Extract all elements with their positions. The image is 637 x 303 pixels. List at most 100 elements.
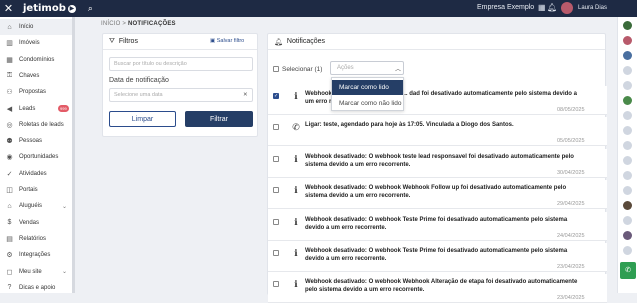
save-filter-link[interactable]: ▣ Salvar filtro <box>210 38 244 44</box>
contact-avatar[interactable] <box>623 21 632 30</box>
notification-checkbox[interactable] <box>273 250 279 256</box>
grid-icon[interactable]: ▦ <box>538 3 546 12</box>
condo-icon: ▦ <box>6 56 13 64</box>
sidebar-item-relat-rios[interactable]: ▤ Relatórios <box>0 231 72 247</box>
building-icon: ▥ <box>6 40 13 48</box>
contact-avatar[interactable] <box>623 246 632 255</box>
sidebar-item-label: Vendas <box>19 219 40 226</box>
sidebar-item-integra-es[interactable]: ⚙ Integrações <box>0 247 72 263</box>
sidebar-item-pessoas[interactable]: ⚉ Pessoas <box>0 133 72 149</box>
mark-unread-option[interactable]: Marcar como não lido <box>332 96 403 111</box>
notification-checkbox[interactable] <box>273 281 279 288</box>
target-icon: ◉ <box>6 154 13 162</box>
notification-text: Webhook desativado: O webhook Webhook Fo… <box>305 185 567 200</box>
notification-checkbox[interactable] <box>273 187 279 194</box>
sidebar-item-meu-site[interactable]: ◻ Meu site ⌄ <box>0 264 72 280</box>
contact-avatar[interactable] <box>623 201 632 210</box>
logo-badge-icon: ▶ <box>67 4 76 13</box>
contact-avatar[interactable] <box>623 156 632 165</box>
sidebar-item-oportunidades[interactable]: ◉ Oportunidades <box>0 149 72 165</box>
sidebar-item-label: Propostas <box>19 89 47 96</box>
contact-avatar[interactable] <box>623 111 632 120</box>
select-all-checkbox[interactable] <box>273 66 279 72</box>
notification-item[interactable]: ℹ Webhook desativado: O webhook Webhook F… <box>268 180 607 210</box>
save-filter-label: Salvar filtro <box>216 38 245 44</box>
website-icon: ◻ <box>6 268 13 276</box>
notification-checkbox[interactable] <box>273 218 279 225</box>
key-icon: ⚿ <box>6 71 13 79</box>
sidebar-item-label: Início <box>19 24 34 30</box>
clear-date-icon[interactable]: ✕ <box>243 92 248 98</box>
contact-avatar[interactable] <box>623 36 632 45</box>
megaphone-icon: ◀ <box>6 105 13 113</box>
people-icon: ⚉ <box>6 138 13 146</box>
chevron-down-icon[interactable]: ⌄ <box>62 268 67 275</box>
sidebar-item-im-veis[interactable]: ▥ Imóveis <box>0 35 72 51</box>
notification-item[interactable]: ℹ Webhook desativado: O webhook Webhook A… <box>268 274 607 303</box>
contact-avatar[interactable] <box>623 186 632 195</box>
contact-avatar[interactable] <box>623 216 632 225</box>
sidebar-scrollbar[interactable] <box>72 17 75 293</box>
sidebar-item-chaves[interactable]: ⚿ Chaves <box>0 68 72 84</box>
notification-text: Ligar: teste, agendado para hoje às 17:0… <box>305 122 514 129</box>
filter-button[interactable]: Filtrar <box>185 111 253 127</box>
chevron-down-icon[interactable]: ⌄ <box>62 203 67 210</box>
sidebar-item-roletas-de-leads[interactable]: ◎ Roletas de leads <box>0 117 72 133</box>
date-field[interactable]: Selecione uma data ✕ <box>109 88 253 102</box>
info-icon: ℹ <box>294 185 298 196</box>
date-placeholder: Selecione uma data <box>114 92 163 98</box>
right-avatar-bar <box>617 17 637 293</box>
breadcrumb-root[interactable]: INÍCIO <box>101 21 121 27</box>
logo[interactable]: jetimob ▶ <box>23 3 76 14</box>
sidebar-item-atividades[interactable]: ✓ Atividades <box>0 166 72 182</box>
integration-icon: ⚙ <box>6 252 13 260</box>
sidebar-item-label: Leads <box>19 105 36 112</box>
notification-item[interactable]: ℹ Webhook desativado: O webhook teste lea… <box>268 148 607 178</box>
sidebar-item-in-cio[interactable]: ⌂ Início <box>0 19 72 35</box>
notification-item[interactable]: ℹWebhook desativado: O webhook ... dad f… <box>268 86 607 115</box>
leads-badge: 999 <box>58 104 69 112</box>
sidebar-item-alugu-is[interactable]: ⌂ Aluguéis ⌄ <box>0 198 72 214</box>
actions-select[interactable]: Ações ︿ <box>330 61 404 75</box>
notification-checkbox[interactable] <box>273 124 279 131</box>
sidebar-item-portais[interactable]: ◫ Portais <box>0 182 72 198</box>
search-input[interactable]: Buscar por título ou descrição <box>109 57 253 71</box>
company-name[interactable]: Empresa Exemplo <box>477 4 534 11</box>
sidebar-item-dicas-e-apoio[interactable]: ? Dicas e apoio <box>0 280 72 296</box>
notification-item[interactable]: ℹ Webhook desativado: O webhook Teste Pri… <box>268 243 607 272</box>
sidebar-item-vendas[interactable]: $ Vendas <box>0 215 72 231</box>
bell-icon[interactable]: 🔔︎ <box>547 3 557 12</box>
roulette-icon: ◎ <box>6 121 13 129</box>
whatsapp-icon[interactable]: ✆ <box>620 262 636 279</box>
notification-checkbox[interactable] <box>273 93 279 99</box>
sidebar-item-label: Dicas e apoio <box>19 284 56 291</box>
report-icon: ▤ <box>6 235 13 243</box>
mark-read-option[interactable]: Marcar como lido <box>332 80 403 95</box>
contact-avatar[interactable] <box>623 126 632 135</box>
contact-avatar[interactable] <box>623 141 632 150</box>
notification-item[interactable]: ℹ Webhook desativado: O webhook Teste Pri… <box>268 211 607 241</box>
notification-checkbox[interactable] <box>273 155 279 162</box>
contact-avatar[interactable] <box>623 171 632 180</box>
sidebar-item-label: Integrações <box>19 252 51 259</box>
close-icon[interactable]: ✕ <box>2 2 15 15</box>
sidebar-item-label: Chaves <box>19 72 40 79</box>
contact-avatar[interactable] <box>623 51 632 60</box>
sidebar-item-propostas[interactable]: ⚇ Propostas <box>0 84 72 100</box>
search-icon[interactable]: ⌕ <box>88 3 93 14</box>
clear-button[interactable]: Limpar <box>109 111 176 127</box>
contact-avatar[interactable] <box>623 231 632 240</box>
sidebar-item-leads[interactable]: ◀ Leads 999 <box>0 101 72 117</box>
contact-avatar[interactable] <box>623 81 632 90</box>
handshake-icon: ⚇ <box>6 89 13 97</box>
contact-avatar[interactable] <box>623 96 632 105</box>
sidebar-item-label: Atividades <box>19 170 47 177</box>
notification-item[interactable]: ✆ Ligar: teste, agendado para hoje às 17:… <box>268 117 607 147</box>
sidebar: ⌂ Início ▥ Imóveis ▦ Condomínios ⚿ Chaves ⚇ Propo… <box>0 17 75 293</box>
avatar[interactable] <box>561 2 573 14</box>
actions-placeholder: Ações <box>337 65 354 71</box>
sidebar-item-condom-nios[interactable]: ▦ Condomínios <box>0 52 72 68</box>
user-name[interactable]: Laura Dias <box>578 5 607 11</box>
save-icon: ▣ <box>210 38 216 44</box>
contact-avatar[interactable] <box>623 66 632 75</box>
